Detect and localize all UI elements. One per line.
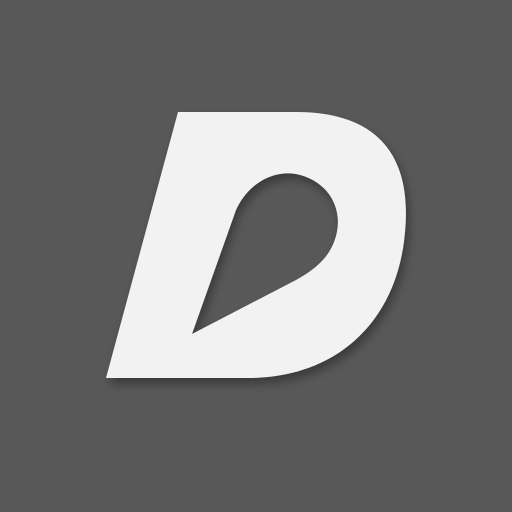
app-icon — [0, 0, 512, 512]
icon-background — [0, 0, 512, 512]
letter-d-logo-icon — [0, 0, 512, 512]
